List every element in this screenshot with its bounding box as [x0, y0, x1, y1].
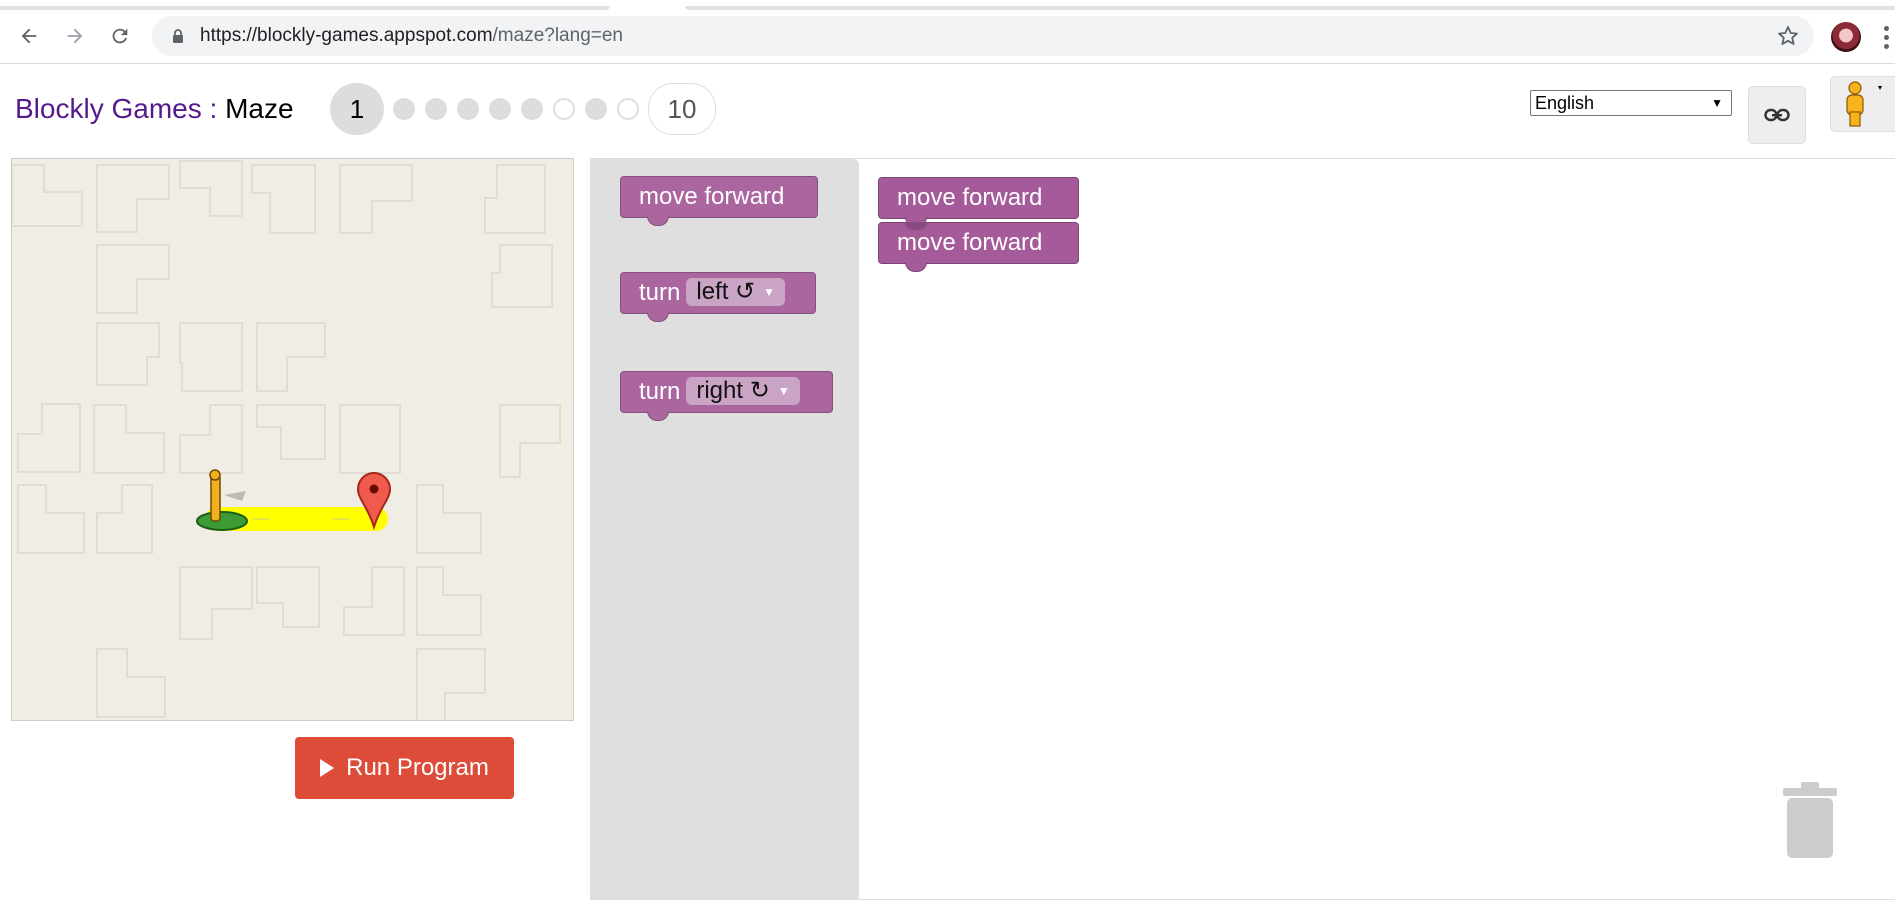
pegman-button[interactable] [1830, 76, 1895, 132]
level-dot[interactable] [393, 98, 415, 120]
toolbox-turn-left-block[interactable]: turn left ↺ ▼ [620, 272, 816, 322]
turn-direction-dropdown[interactable]: left ↺ ▼ [686, 277, 786, 306]
level-dot[interactable] [553, 98, 575, 120]
block-label: move forward [897, 229, 1043, 256]
level-dot[interactable] [521, 98, 543, 120]
toolbox-flyout: move forward turn left ↺ ▼ turn right ↻ ▼ [591, 159, 859, 900]
dropdown-arrow-icon: ▼ [1711, 96, 1723, 110]
level-dot[interactable] [585, 98, 607, 120]
browser-toolbar: https://blockly-games.appspot.com/maze?l… [0, 10, 1895, 64]
block-label: move forward [897, 184, 1043, 211]
title-separator: : [201, 93, 226, 124]
arrow-left-icon [21, 28, 37, 44]
tab-strip [0, 0, 1895, 10]
menu-icon[interactable] [1884, 26, 1890, 50]
reload-icon [112, 28, 128, 44]
run-program-label: Run Program [346, 754, 489, 781]
toolbox-turn-right-block[interactable]: turn right ↻ ▼ [620, 371, 833, 421]
page-title: Blockly Games : Maze [15, 92, 294, 126]
level-dot[interactable] [425, 98, 447, 120]
brand-link[interactable]: Blockly Games [15, 93, 202, 124]
reload-button[interactable] [103, 19, 137, 53]
run-program-button[interactable]: Run Program [295, 737, 514, 799]
dropdown-caret-icon: ▼ [777, 384, 790, 399]
level-dot[interactable] [457, 98, 479, 120]
block-label: turn [639, 378, 681, 405]
back-button[interactable] [12, 19, 46, 53]
maze-board [11, 158, 574, 721]
workspace-move-forward-block[interactable]: move forward [878, 177, 1079, 227]
link-button[interactable] [1748, 86, 1806, 144]
arrow-right-icon [67, 28, 83, 44]
maze-background [12, 160, 561, 720]
dropdown-value: left ↺ [696, 277, 756, 305]
link-icon [1764, 108, 1790, 122]
workspace-move-forward-block[interactable]: move forward [878, 222, 1079, 272]
play-icon [320, 759, 335, 777]
level-last[interactable]: 10 [648, 83, 716, 135]
turn-direction-dropdown[interactable]: right ↻ ▼ [686, 376, 800, 405]
block-label: move forward [639, 183, 785, 210]
level-dot[interactable] [489, 98, 511, 120]
address-bar[interactable]: https://blockly-games.appspot.com/maze?l… [152, 16, 1814, 56]
trash-icon[interactable] [1779, 780, 1841, 860]
start-marker-icon [196, 469, 248, 531]
star-icon[interactable] [1776, 24, 1800, 48]
profile-avatar[interactable] [1831, 22, 1861, 52]
url-text[interactable]: https://blockly-games.appspot.com/maze?l… [200, 25, 623, 47]
url-host: https://blockly-games.appspot.com [200, 25, 493, 46]
url-path: /maze?lang=en [492, 25, 623, 46]
language-value: English [1535, 93, 1595, 113]
pegman-icon [1846, 81, 1882, 127]
lock-icon [173, 29, 183, 43]
toolbox-move-forward-block[interactable]: move forward [620, 176, 818, 226]
language-select[interactable]: English ▼ [1530, 90, 1732, 116]
level-current[interactable]: 1 [330, 83, 384, 135]
dropdown-value: right ↻ [696, 376, 770, 404]
game-title: Maze [225, 93, 294, 124]
level-dot[interactable] [617, 98, 639, 120]
forward-button[interactable] [58, 19, 92, 53]
dropdown-caret-icon: ▼ [763, 285, 776, 300]
block-label: turn [639, 279, 681, 306]
